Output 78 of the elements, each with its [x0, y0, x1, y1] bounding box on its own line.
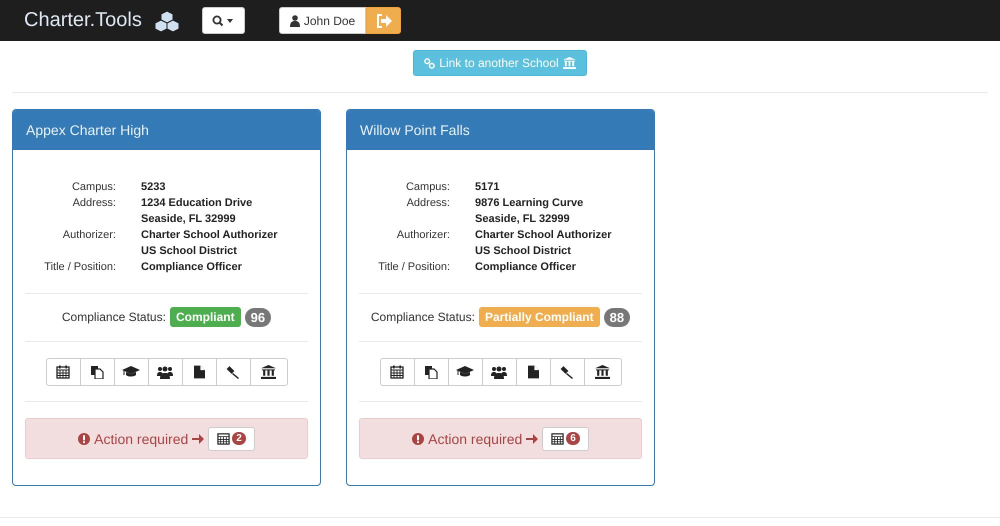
- detail-label: Campus:: [404, 180, 450, 195]
- count-badge: 6: [566, 432, 580, 445]
- detail-label: Address:: [406, 196, 450, 211]
- calendar-count-button[interactable]: 2: [208, 426, 255, 450]
- logout-icon: [376, 14, 392, 28]
- detail-label: Title / Position:: [43, 260, 116, 275]
- user-button[interactable]: John Doe: [278, 7, 366, 34]
- exclamation-icon: [78, 432, 90, 444]
- detail-value: Compliance Officer: [475, 260, 577, 275]
- gavel-icon: [226, 365, 240, 379]
- bank-button[interactable]: [584, 358, 622, 386]
- calendar-button[interactable]: [46, 358, 80, 386]
- user-icon: [290, 14, 300, 26]
- people-icon: [157, 366, 173, 378]
- exclamation-icon: [412, 432, 424, 444]
- document-icon: [528, 365, 538, 379]
- bank-icon: [261, 365, 276, 379]
- copy-icon: [90, 365, 104, 379]
- detail-value: US School District: [141, 244, 238, 259]
- detail-value: Seaside, FL 32999: [475, 212, 571, 227]
- people-button[interactable]: [482, 358, 516, 386]
- document-button[interactable]: [182, 358, 216, 386]
- detail-label: Campus:: [70, 180, 116, 195]
- detail-value: Charter School Authorizer: [141, 228, 278, 243]
- detail-value: Seaside, FL 32999: [141, 212, 237, 227]
- detail-label: Authorizer:: [62, 228, 116, 243]
- arrow-right-icon: [526, 432, 538, 444]
- score-badge: 88: [604, 308, 630, 326]
- search-icon: [212, 14, 234, 26]
- alert-text: Action required: [428, 430, 522, 446]
- cubes-icon: [154, 10, 180, 32]
- detail-label: Address:: [72, 196, 116, 211]
- bank-icon: [595, 365, 610, 379]
- graduation-cap-button[interactable]: [114, 358, 148, 386]
- detail-value: Charter School Authorizer: [475, 228, 612, 243]
- graduation-cap-button[interactable]: [448, 358, 482, 386]
- detail-value: Compliance Officer: [141, 260, 243, 275]
- status-badge: Compliant: [170, 307, 241, 327]
- status-badge: Partially Compliant: [478, 307, 600, 327]
- calendar-icon: [56, 365, 70, 379]
- calendar-count-button[interactable]: 6: [542, 426, 589, 450]
- calendar-button[interactable]: [380, 358, 414, 386]
- status-label: Compliance Status:: [62, 310, 166, 324]
- detail-label: Authorizer:: [396, 228, 450, 243]
- bank-button[interactable]: [250, 358, 288, 386]
- status-label: Compliance Status:: [370, 310, 475, 324]
- graduation-cap-icon: [456, 366, 474, 378]
- score-badge: 96: [244, 308, 272, 326]
- calendar-icon: [390, 365, 404, 379]
- detail-label: Title / Position:: [377, 260, 450, 275]
- link-icon: [424, 58, 436, 68]
- detail-value: 9876 Learning Curve: [475, 196, 584, 211]
- copy-button[interactable]: [80, 358, 114, 386]
- document-icon: [194, 365, 204, 379]
- detail-value: 5233: [141, 180, 166, 195]
- detail-value: 5171: [475, 180, 500, 195]
- alert-text: Action required: [94, 430, 188, 446]
- copy-button[interactable]: [414, 358, 448, 386]
- arrow-right-icon: [192, 432, 204, 444]
- gavel-icon: [560, 365, 574, 379]
- count-badge: 2: [232, 432, 246, 445]
- logout-button[interactable]: [366, 7, 402, 34]
- people-icon: [491, 366, 507, 378]
- detail-value: US School District: [475, 244, 572, 259]
- school-name: Willow Point Falls: [360, 122, 470, 138]
- search-dropdown-button[interactable]: [202, 7, 245, 34]
- document-button[interactable]: [516, 358, 550, 386]
- calendar-icon: [551, 432, 564, 445]
- school-name: Appex Charter High: [26, 122, 149, 138]
- calendar-icon: [217, 432, 230, 445]
- gavel-button[interactable]: [550, 358, 584, 386]
- bank-icon: [562, 57, 576, 69]
- people-button[interactable]: [148, 358, 182, 386]
- graduation-cap-icon: [122, 366, 140, 378]
- copy-icon: [424, 365, 438, 379]
- brand-name[interactable]: Charter.Tools: [24, 9, 142, 32]
- detail-value: 1234 Education Drive: [141, 196, 254, 211]
- gavel-button[interactable]: [216, 358, 250, 386]
